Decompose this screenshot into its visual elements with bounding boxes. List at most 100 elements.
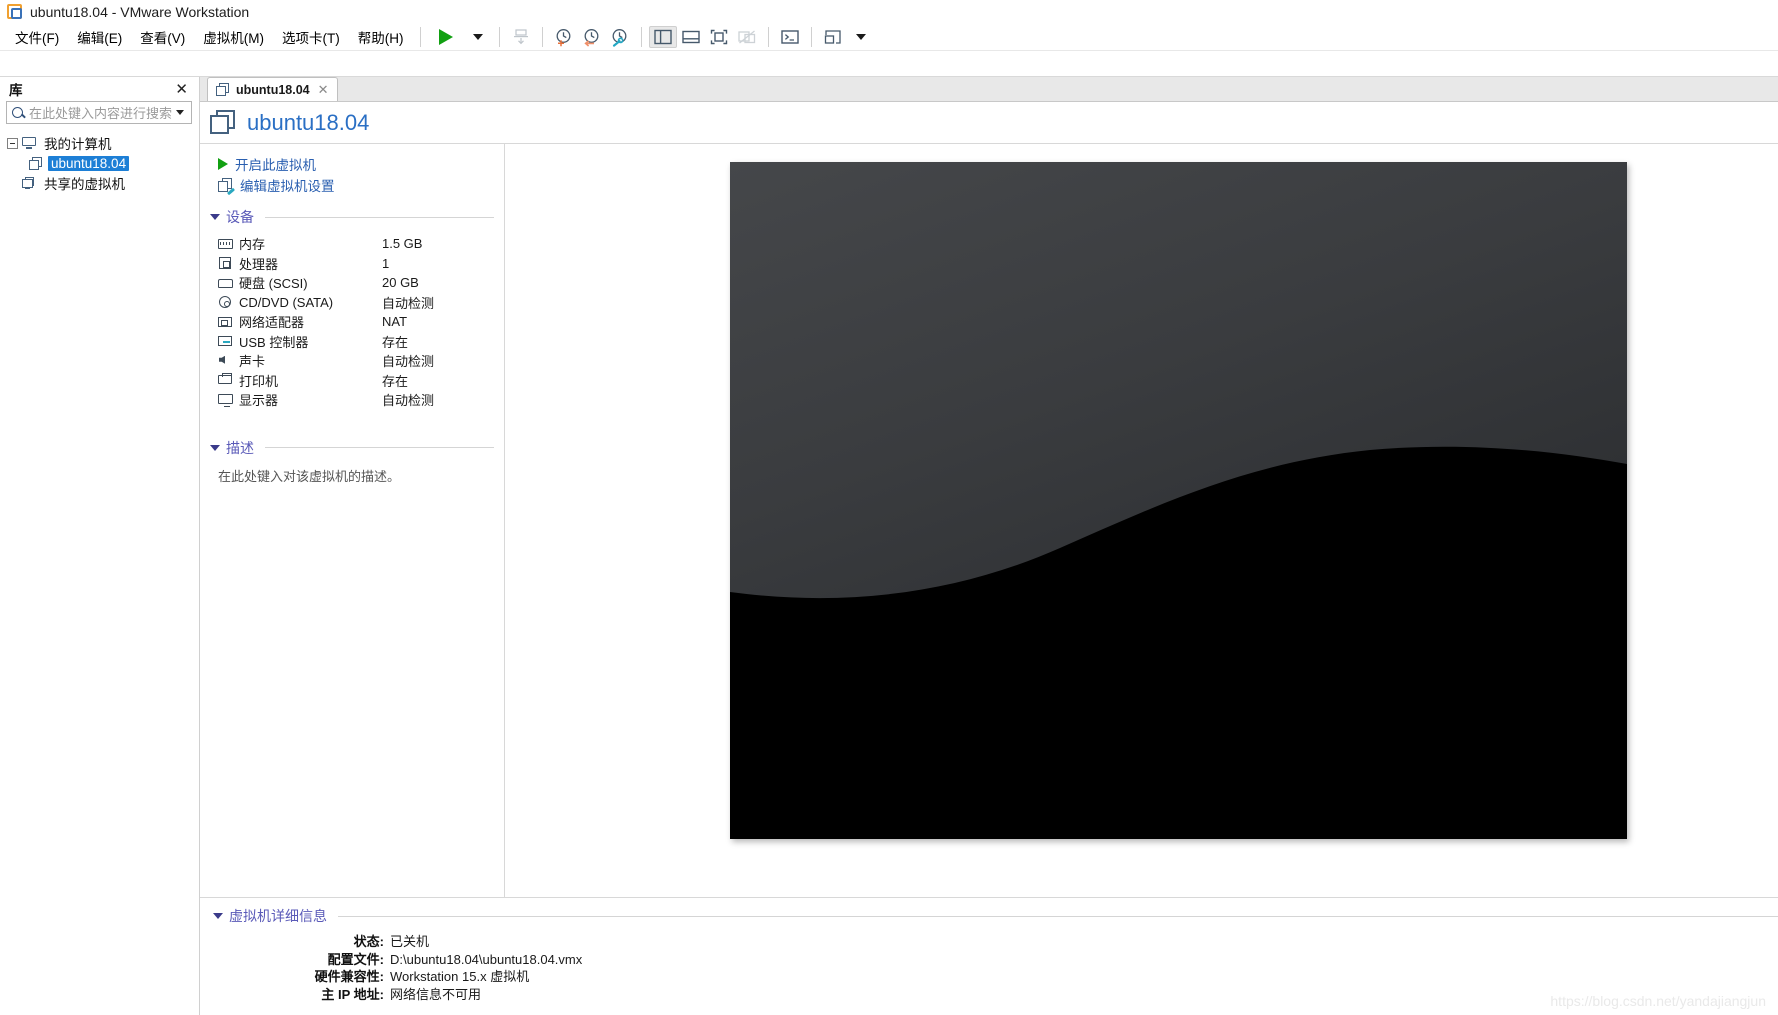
- device-value: 20 GB: [382, 275, 419, 291]
- device-row-usb[interactable]: USB 控制器 存在: [218, 332, 494, 352]
- device-row-printer[interactable]: 打印机 存在: [218, 371, 494, 391]
- chevron-down-icon[interactable]: [213, 913, 223, 919]
- vm-icon: [216, 83, 230, 96]
- detail-key: 主 IP 地址:: [321, 986, 384, 1002]
- chevron-down-icon[interactable]: [210, 444, 220, 451]
- power-on-vm-link[interactable]: 开启此虚拟机: [218, 153, 494, 174]
- snapshot-settings-icon: [612, 28, 627, 47]
- device-row-processors[interactable]: 处理器 1: [218, 254, 494, 274]
- device-row-network[interactable]: 网络适配器 NAT: [218, 312, 494, 332]
- vm-preview-column: [505, 144, 1778, 897]
- power-on-button[interactable]: [428, 26, 464, 48]
- cpu-icon: [218, 256, 234, 270]
- section-divider: [265, 447, 494, 448]
- cddvd-icon: [218, 295, 234, 309]
- device-value: 存在: [382, 334, 409, 350]
- console-button[interactable]: [776, 26, 804, 48]
- library-panel-icon: [653, 29, 672, 45]
- device-row-harddisk[interactable]: 硬盘 (SCSI) 20 GB: [218, 273, 494, 293]
- display-icon: [218, 393, 234, 408]
- chevron-down-icon[interactable]: [176, 110, 185, 115]
- search-input[interactable]: 在此处键入内容进行搜索: [6, 101, 192, 124]
- tab-strip: ubuntu18.04 ✕: [200, 77, 1778, 102]
- device-value: 1: [382, 255, 390, 271]
- section-divider: [338, 915, 1778, 917]
- section-title: 描述: [226, 439, 254, 456]
- close-icon[interactable]: ✕: [316, 83, 331, 96]
- snapshot-manage-icon: [513, 29, 528, 45]
- device-row-display[interactable]: 显示器 自动检测: [218, 390, 494, 410]
- chevron-down-icon[interactable]: [210, 214, 220, 220]
- full-screen-button[interactable]: [705, 26, 733, 48]
- expander-icon[interactable]: [7, 137, 18, 149]
- device-name: 内存: [239, 237, 266, 253]
- action-label: 开启此虚拟机: [235, 157, 316, 173]
- vmware-logo-icon: [7, 3, 23, 20]
- send-keys-icon: [824, 30, 841, 44]
- library-search-row: 在此处键入内容进行搜索: [0, 101, 199, 124]
- tab-ubuntu18-04[interactable]: ubuntu18.04 ✕: [207, 77, 338, 101]
- vm-header: ubuntu18.04: [200, 102, 1778, 144]
- device-name: 网络适配器: [239, 315, 305, 331]
- tree-item-ubuntu18-04[interactable]: ubuntu18.04: [7, 153, 199, 173]
- menu-vm[interactable]: 虚拟机(M): [194, 24, 273, 50]
- revert-snapshot-button[interactable]: [578, 26, 606, 48]
- section-divider: [265, 216, 494, 218]
- chevron-down-icon: [472, 34, 483, 40]
- device-value: 1.5 GB: [382, 236, 423, 252]
- menu-tabs[interactable]: 选项卡(T): [273, 24, 349, 50]
- memory-icon: [218, 237, 234, 251]
- device-name: 打印机: [239, 373, 279, 389]
- toolbar-separator-3: [640, 27, 642, 47]
- manage-snapshot-button[interactable]: [507, 26, 535, 48]
- device-name: 显示器: [239, 393, 279, 409]
- title-bar: ubuntu18.04 - VMware Workstation: [0, 0, 1778, 24]
- harddisk-icon: [218, 276, 234, 290]
- device-value: 自动检测: [382, 354, 435, 370]
- device-row-sound[interactable]: 声卡 自动检测: [218, 351, 494, 371]
- detail-row-config-file: 配置文件: D:\ubuntu18.04\ubuntu18.04.vmx: [200, 951, 1778, 969]
- device-name: CD/DVD (SATA): [239, 294, 334, 310]
- toolbar-underline: [0, 51, 1778, 77]
- shared-vm-icon: [22, 176, 36, 190]
- toolbar-separator-1: [498, 27, 500, 47]
- device-row-cddvd[interactable]: CD/DVD (SATA) 自动检测: [218, 293, 494, 313]
- send-keys-dropdown-button[interactable]: [847, 26, 875, 48]
- detail-key: 状态:: [353, 934, 384, 949]
- close-icon[interactable]: ✕: [172, 80, 191, 99]
- unity-mode-icon: [737, 30, 755, 44]
- device-row-memory[interactable]: 内存 1.5 GB: [218, 234, 494, 254]
- description-placeholder[interactable]: 在此处键入对该虚拟机的描述。: [200, 462, 494, 485]
- page-title: ubuntu18.04: [247, 109, 370, 135]
- thumbnail-bar-icon: [681, 30, 700, 44]
- snapshot-manager-button[interactable]: [606, 26, 634, 48]
- devices-section-header: 设备: [200, 207, 494, 227]
- menu-help[interactable]: 帮助(H): [349, 24, 413, 50]
- tree-item-shared-vms[interactable]: 共享的虚拟机: [7, 173, 199, 193]
- tree-item-my-computer[interactable]: 我的计算机: [7, 133, 199, 153]
- menu-edit[interactable]: 编辑(E): [68, 24, 131, 50]
- printer-icon: [218, 373, 234, 387]
- toolbar-separator-5: [810, 27, 812, 47]
- preview-wave-shape: [730, 446, 1627, 839]
- vm-screen-preview[interactable]: [730, 162, 1627, 839]
- tab-label: ubuntu18.04: [236, 82, 310, 97]
- unity-mode-button[interactable]: [733, 26, 761, 48]
- menu-view[interactable]: 查看(V): [131, 24, 194, 50]
- menu-file[interactable]: 文件(F): [6, 24, 68, 50]
- main-body: 库 ✕ 在此处键入内容进行搜索 我的计算机 ubuntu18.04 共享的虚拟机…: [0, 77, 1778, 1015]
- search-icon: [12, 107, 23, 118]
- power-dropdown-button[interactable]: [464, 26, 492, 48]
- show-library-button[interactable]: [648, 26, 677, 48]
- play-icon: [438, 29, 453, 45]
- network-icon: [218, 315, 234, 329]
- show-thumbnail-bar-button[interactable]: [677, 26, 705, 48]
- edit-vm-settings-link[interactable]: 编辑虚拟机设置: [218, 174, 494, 195]
- library-tree: 我的计算机 ubuntu18.04 共享的虚拟机: [0, 133, 199, 1015]
- send-ctrl-alt-del-button[interactable]: [819, 26, 847, 48]
- device-value: NAT: [382, 314, 408, 330]
- take-snapshot-button[interactable]: [550, 26, 578, 48]
- detail-value: 已关机: [390, 934, 430, 949]
- vm-icon: [29, 156, 43, 170]
- console-icon: [780, 30, 799, 44]
